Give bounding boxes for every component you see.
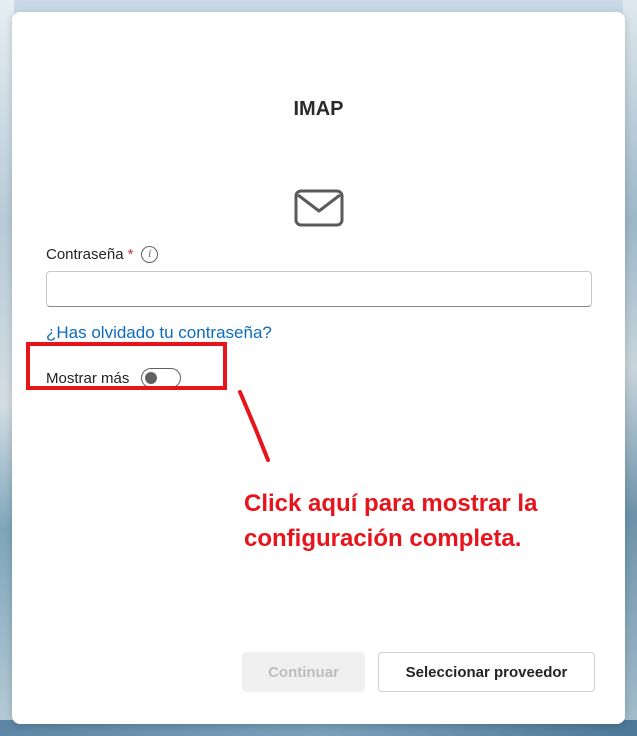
forgot-password-link[interactable]: ¿Has olvidado tu contraseña? [46, 323, 272, 343]
dialog-title: IMAP [293, 98, 344, 120]
annotation-highlight-box [26, 342, 227, 390]
select-provider-button[interactable]: Seleccionar proveedor [378, 652, 595, 692]
annotation-text-line2: configuración completa. [244, 525, 522, 552]
password-label: Contraseña [46, 246, 124, 263]
mail-icon [294, 189, 344, 227]
annotation-text-line1: Click aquí para mostrar la [244, 490, 538, 517]
required-mark: * [127, 246, 134, 263]
annotation-text: Click aquí para mostrar la configuración… [244, 486, 604, 556]
password-label-row: Contraseña * i [46, 246, 159, 263]
continue-button[interactable]: Continuar [242, 652, 365, 692]
background-right [623, 0, 637, 736]
info-icon[interactable]: i [141, 246, 159, 263]
password-field[interactable] [46, 271, 592, 307]
